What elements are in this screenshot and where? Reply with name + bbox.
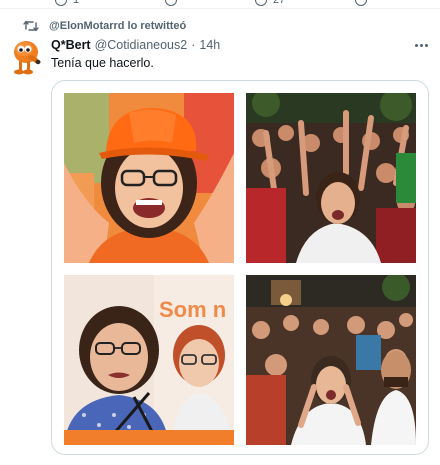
retweet-action[interactable]: [165, 0, 177, 6]
crowd-emotional-image-icon: [246, 275, 416, 445]
heart-icon: [255, 0, 267, 6]
timestamp[interactable]: 14h: [199, 38, 220, 52]
like-count: 27: [273, 0, 286, 6]
tweet[interactable]: @ElonMotarrd lo retwitteó Q*Bert @Cotidi…: [0, 10, 440, 465]
tweet-text: Tenía que hacerlo.: [51, 56, 154, 70]
image-grid: Som n: [64, 93, 416, 445]
woman-at-podium-image-icon: Som n: [64, 275, 234, 445]
retweet-icon: [22, 19, 40, 33]
user-handle[interactable]: @Cotidianeous2: [95, 38, 188, 52]
woman-orange-hat-image-icon: [64, 93, 234, 263]
more-options-button[interactable]: [412, 38, 430, 52]
share-icon: [355, 0, 367, 6]
photo-1[interactable]: [64, 93, 234, 263]
retweet-label[interactable]: @ElonMotarrd lo retwitteó: [49, 20, 186, 32]
display-name[interactable]: Q*Bert: [51, 38, 91, 52]
more-dot-icon: [414, 43, 418, 47]
crowd-cheering-image-icon: [246, 93, 416, 263]
qbert-avatar-icon: [14, 41, 41, 75]
previous-tweet-actions: 1 27: [0, 0, 440, 9]
separator-dot: ·: [191, 38, 196, 52]
media-container: Som n: [51, 80, 429, 455]
photo-4[interactable]: [246, 275, 416, 445]
retweet-context[interactable]: @ElonMotarrd lo retwitteó: [22, 19, 186, 33]
reply-action[interactable]: 1: [55, 0, 79, 6]
reply-icon: [55, 0, 67, 6]
like-action[interactable]: 27: [255, 0, 285, 6]
share-action[interactable]: [355, 0, 367, 6]
retweet-icon: [165, 0, 177, 6]
more-dot-icon: [419, 43, 423, 47]
tweet-header: Q*Bert @Cotidianeous2 · 14h: [51, 38, 220, 52]
sign-text: Som n: [159, 297, 226, 322]
reply-count: 1: [73, 0, 80, 6]
photo-3[interactable]: Som n: [64, 275, 234, 445]
more-dot-icon: [424, 43, 428, 47]
avatar[interactable]: [11, 38, 41, 78]
photo-2[interactable]: [246, 93, 416, 263]
